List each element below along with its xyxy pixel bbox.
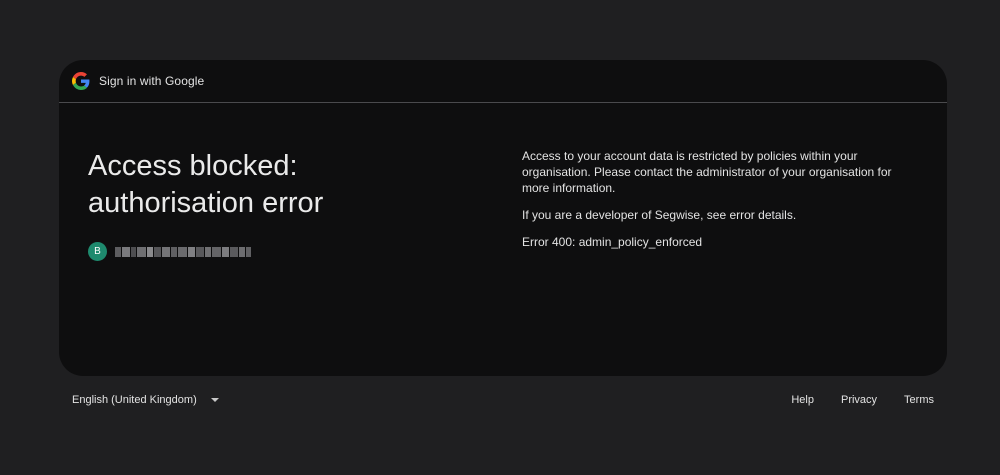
card-header: Sign in with Google	[59, 60, 947, 103]
footer: English (United Kingdom) Help Privacy Te…	[72, 394, 940, 410]
page-title-line-1: Access blocked:	[88, 150, 298, 182]
developer-note-suffix: .	[792, 208, 797, 222]
redacted-email	[115, 245, 252, 259]
headline-section: Access blocked: authorisation error B	[88, 148, 488, 261]
header-title: Sign in with Google	[99, 74, 205, 88]
language-label: English (United Kingdom)	[72, 394, 197, 406]
terms-link[interactable]: Terms	[904, 394, 934, 406]
page-title-line-2: authorisation error	[88, 187, 324, 219]
footer-links: Help Privacy Terms	[764, 394, 934, 406]
help-link[interactable]: Help	[791, 394, 814, 406]
sign-in-card: Sign in with Google Access blocked: auth…	[59, 60, 947, 376]
google-g-icon	[72, 72, 90, 90]
avatar: B	[88, 242, 107, 261]
privacy-link[interactable]: Privacy	[841, 394, 877, 406]
restriction-message: Access to your account data is restricte…	[522, 149, 892, 195]
message-section: Access to your account data is restricte…	[522, 148, 902, 261]
language-selector[interactable]: English (United Kingdom)	[72, 394, 219, 406]
account-chip[interactable]: B	[88, 242, 488, 261]
error-code: Error 400: admin_policy_enforced	[522, 235, 703, 249]
developer-note: If you are a developer of Segwise, see e…	[522, 207, 902, 223]
chevron-down-icon	[210, 398, 219, 402]
error-details-link[interactable]: error details	[729, 208, 792, 222]
developer-note-prefix: If you are a developer of Segwise, see	[522, 208, 730, 222]
page-title: Access blocked: authorisation error	[88, 148, 488, 222]
